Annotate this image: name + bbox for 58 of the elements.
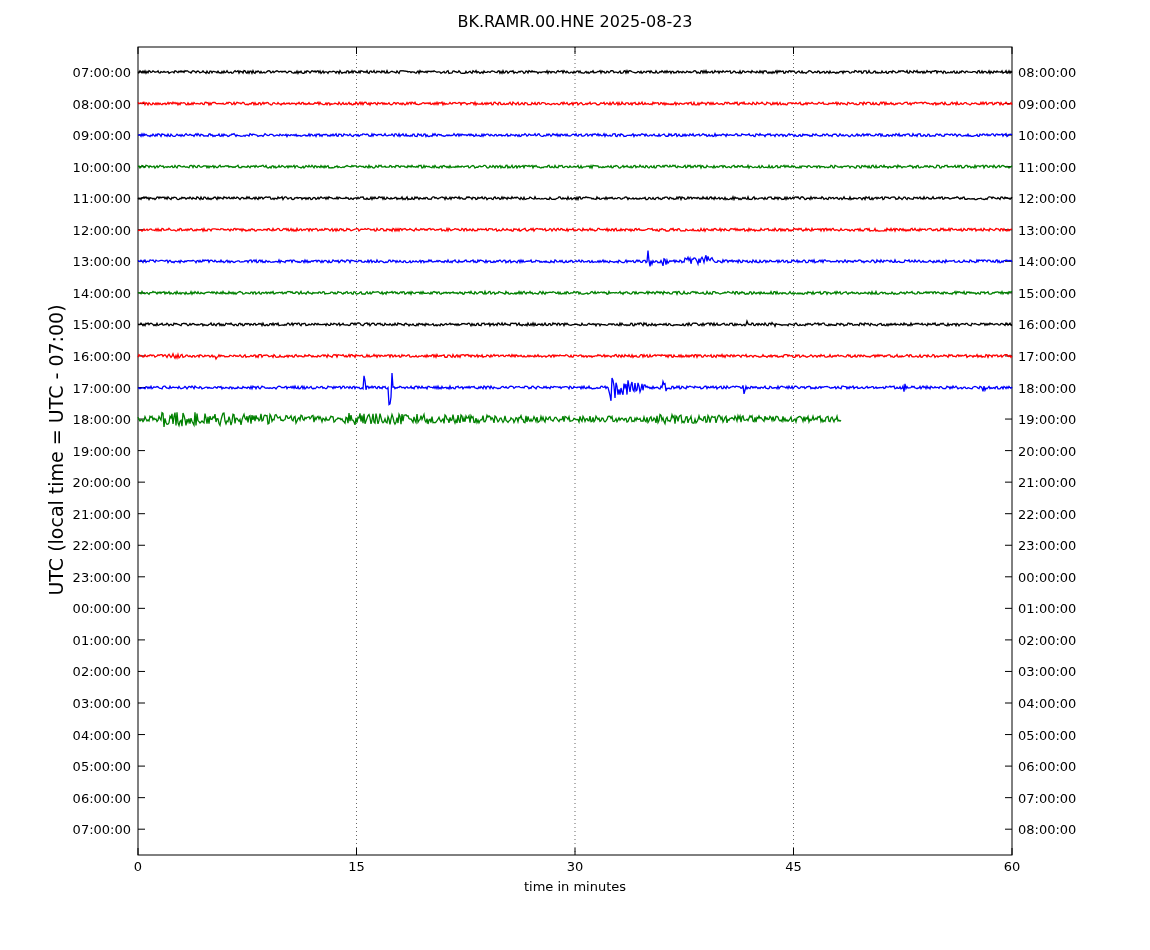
- y-tick-label: 07:00:00: [72, 65, 131, 80]
- y-tick-label: 23:00:00: [72, 569, 131, 585]
- y-axis-label: UTC (local time = UTC - 07:00): [45, 304, 67, 596]
- y-tick-label: 00:00:00: [72, 601, 131, 617]
- y-tick-label: 07:00:00: [1018, 790, 1077, 806]
- y-tick-label: 03:00:00: [72, 696, 131, 711]
- x-tick-label: 0: [133, 859, 143, 874]
- y-tick-label: 18:00:00: [1018, 380, 1077, 396]
- y-tick-label: 02:00:00: [1018, 632, 1077, 648]
- y-tick-label: 09:00:00: [1018, 96, 1077, 112]
- y-tick-label: 14:00:00: [72, 285, 131, 301]
- y-tick-label: 22:00:00: [72, 538, 131, 554]
- x-axis-label: time in minutes: [523, 879, 627, 894]
- y-tick-label: 03:00:00: [1018, 664, 1077, 680]
- x-tick-label: 60: [1003, 859, 1021, 874]
- y-tick-label: 12:00:00: [1018, 191, 1077, 207]
- y-tick-label: 07:00:00: [72, 822, 131, 838]
- y-tick-label: 04:00:00: [1018, 696, 1077, 711]
- y-tick-label: 20:00:00: [72, 475, 131, 491]
- y-tick-label: 23:00:00: [1018, 538, 1077, 554]
- y-tick-label: 22:00:00: [1018, 506, 1077, 522]
- y-tick-label: 06:00:00: [72, 790, 131, 806]
- x-tick-label: 45: [785, 859, 802, 874]
- y-tick-label: 18:00:00: [72, 412, 131, 428]
- y-tick-label: 05:00:00: [1018, 727, 1077, 743]
- y-tick-label: 08:00:00: [1018, 65, 1077, 80]
- y-tick-label: 19:00:00: [1018, 412, 1077, 428]
- y-tick-label: 06:00:00: [1018, 759, 1077, 775]
- y-tick-label: 20:00:00: [1018, 443, 1077, 459]
- y-tick-label: 02:00:00: [72, 664, 131, 680]
- y-tick-label: 21:00:00: [1018, 475, 1077, 491]
- y-tick-label: 17:00:00: [72, 380, 131, 396]
- y-tick-label: 08:00:00: [72, 96, 131, 112]
- y-tick-label: 01:00:00: [72, 632, 131, 648]
- y-tick-label: 15:00:00: [1018, 285, 1077, 301]
- y-tick-label: 13:00:00: [1018, 222, 1077, 238]
- y-tick-label: 11:00:00: [72, 191, 131, 207]
- x-tick-label: 30: [566, 859, 584, 874]
- y-tick-label: 16:00:00: [72, 348, 131, 364]
- y-tick-label: 11:00:00: [1018, 159, 1077, 175]
- y-tick-label: 15:00:00: [72, 317, 131, 333]
- y-tick-label: 01:00:00: [1018, 601, 1077, 617]
- y-tick-label: 09:00:00: [72, 128, 131, 144]
- y-tick-label: 19:00:00: [72, 443, 131, 459]
- y-tick-label: 05:00:00: [72, 759, 131, 775]
- chart-title: BK.RAMR.00.HNE 2025-08-23: [457, 12, 693, 31]
- y-tick-label: 14:00:00: [1018, 254, 1077, 270]
- y-tick-label: 10:00:00: [72, 159, 131, 175]
- y-tick-label: 13:00:00: [72, 254, 131, 270]
- y-tick-label: 21:00:00: [72, 506, 131, 522]
- y-tick-label: 04:00:00: [72, 727, 131, 743]
- y-tick-label: 10:00:00: [1018, 128, 1077, 144]
- y-tick-label: 12:00:00: [72, 222, 131, 238]
- x-tick-label: 15: [348, 859, 365, 874]
- y-tick-label: 17:00:00: [1018, 348, 1077, 364]
- y-tick-label: 00:00:00: [1018, 569, 1077, 585]
- y-tick-label: 08:00:00: [1018, 822, 1077, 838]
- y-tick-label: 16:00:00: [1018, 317, 1077, 333]
